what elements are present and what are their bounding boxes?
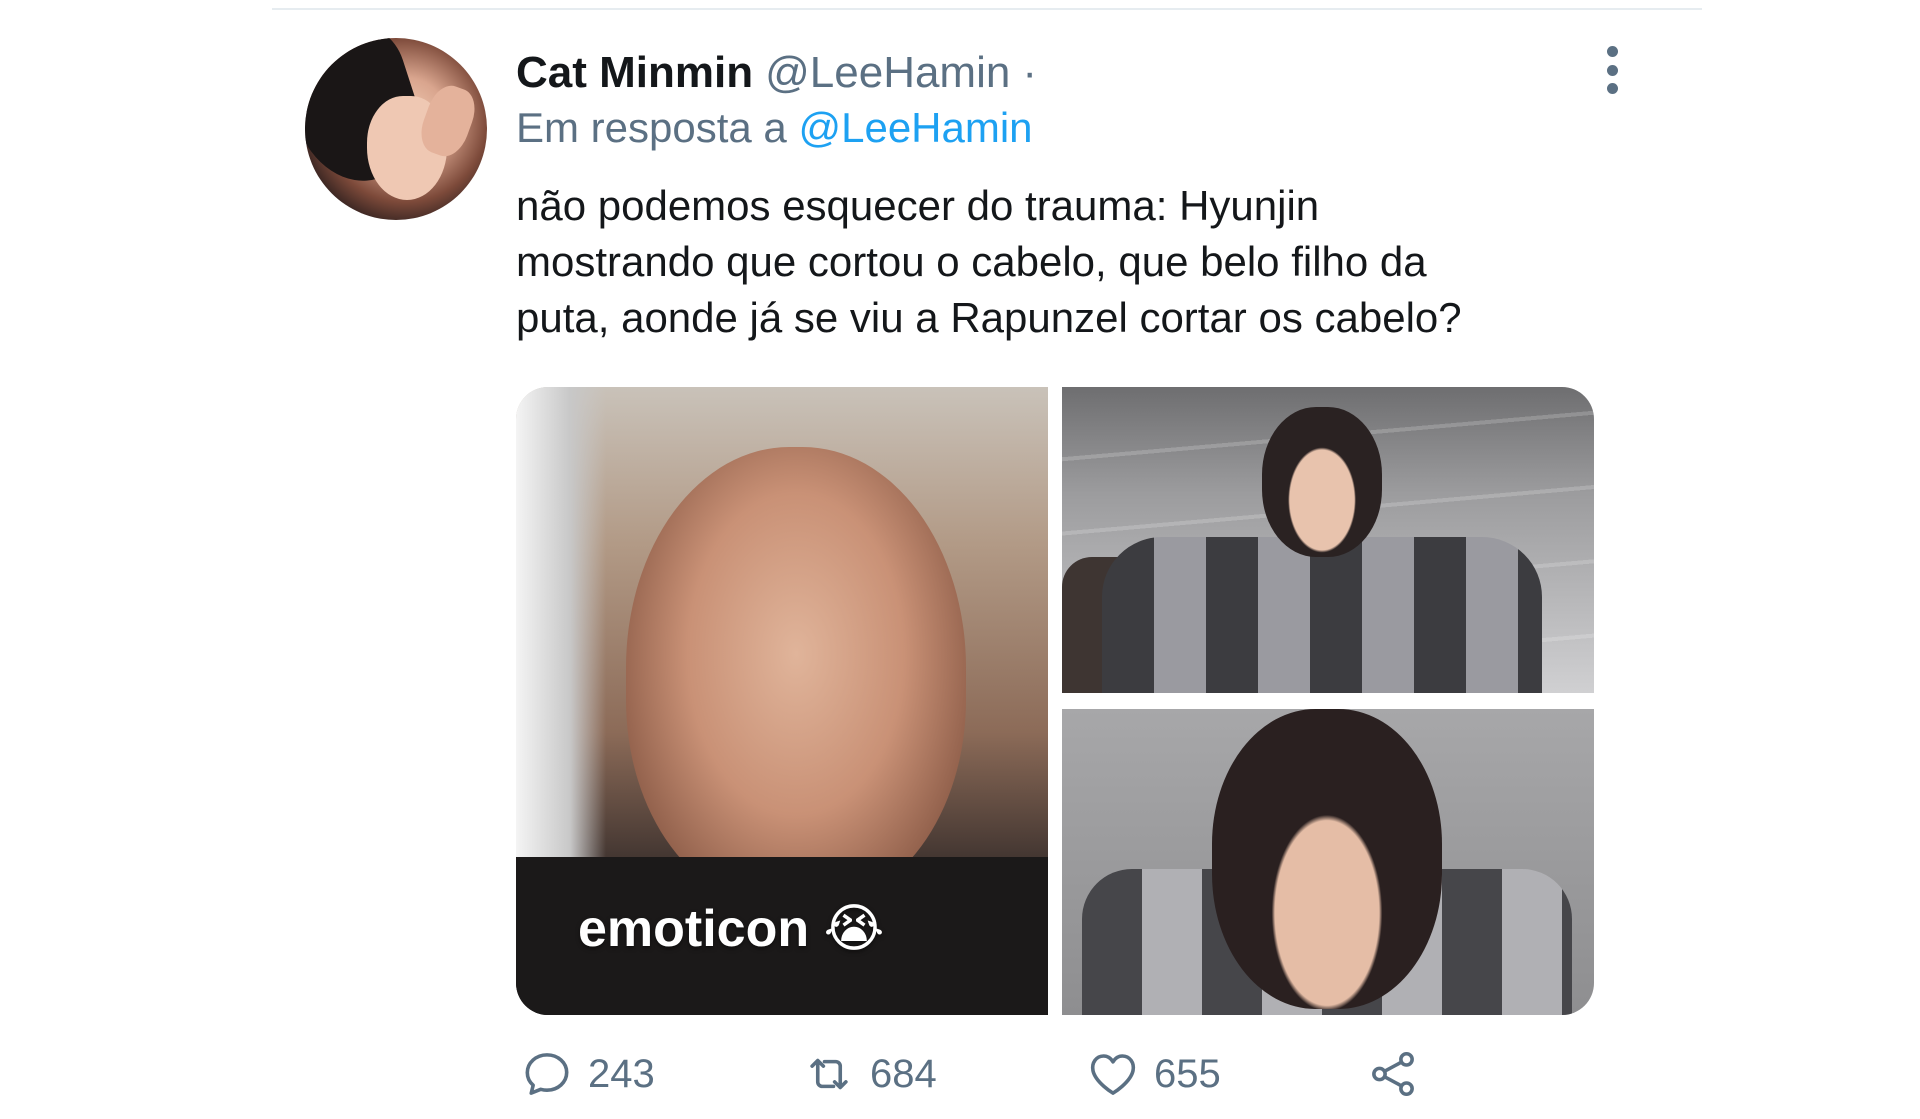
retweet-icon [810,1058,848,1090]
more-vertical-icon[interactable] [1598,46,1626,94]
share-button[interactable] [1366,1046,1420,1102]
reply-to-link[interactable]: @LeeHamin [798,104,1032,151]
like-button[interactable]: 655 [1086,1046,1221,1102]
display-name[interactable]: Cat Minmin [516,48,753,98]
background-light [516,387,606,907]
media-image-crying-man[interactable]: emoticon 😭 [516,387,1048,1015]
like-count: 655 [1154,1051,1221,1096]
heart-icon [1090,1054,1136,1095]
reply-icon [525,1053,569,1095]
user-handle[interactable]: @LeeHamin [765,48,1010,98]
separator-dot: · [1022,48,1037,97]
share-icon [1372,1051,1414,1097]
tweet-actions: 243 684 655 [520,1046,1420,1102]
top-divider [272,8,1702,10]
person-head [1212,709,1442,1009]
media-caption: emoticon 😭 [578,900,885,958]
tweet-header: Cat Minmin @LeeHamin · [516,48,1037,98]
retweet-count: 684 [870,1051,937,1096]
retweet-button[interactable]: 684 [802,1046,937,1102]
tweet-text: não podemos esquecer do trauma: Hyunjin … [516,182,1462,341]
avatar[interactable] [305,38,487,220]
media-grid: emoticon 😭 [516,387,1594,1015]
reply-context: Em resposta a @LeeHamin [516,104,1033,152]
crying-face [626,447,966,907]
reply-count: 243 [588,1051,655,1096]
reply-prefix: Em resposta a [516,104,787,151]
media-image-bottom-right[interactable] [1062,709,1594,1015]
person-head [1262,407,1382,557]
checkered-shirt [1102,537,1542,693]
media-image-top-right[interactable] [1062,387,1594,693]
reply-button[interactable]: 243 [520,1046,655,1102]
